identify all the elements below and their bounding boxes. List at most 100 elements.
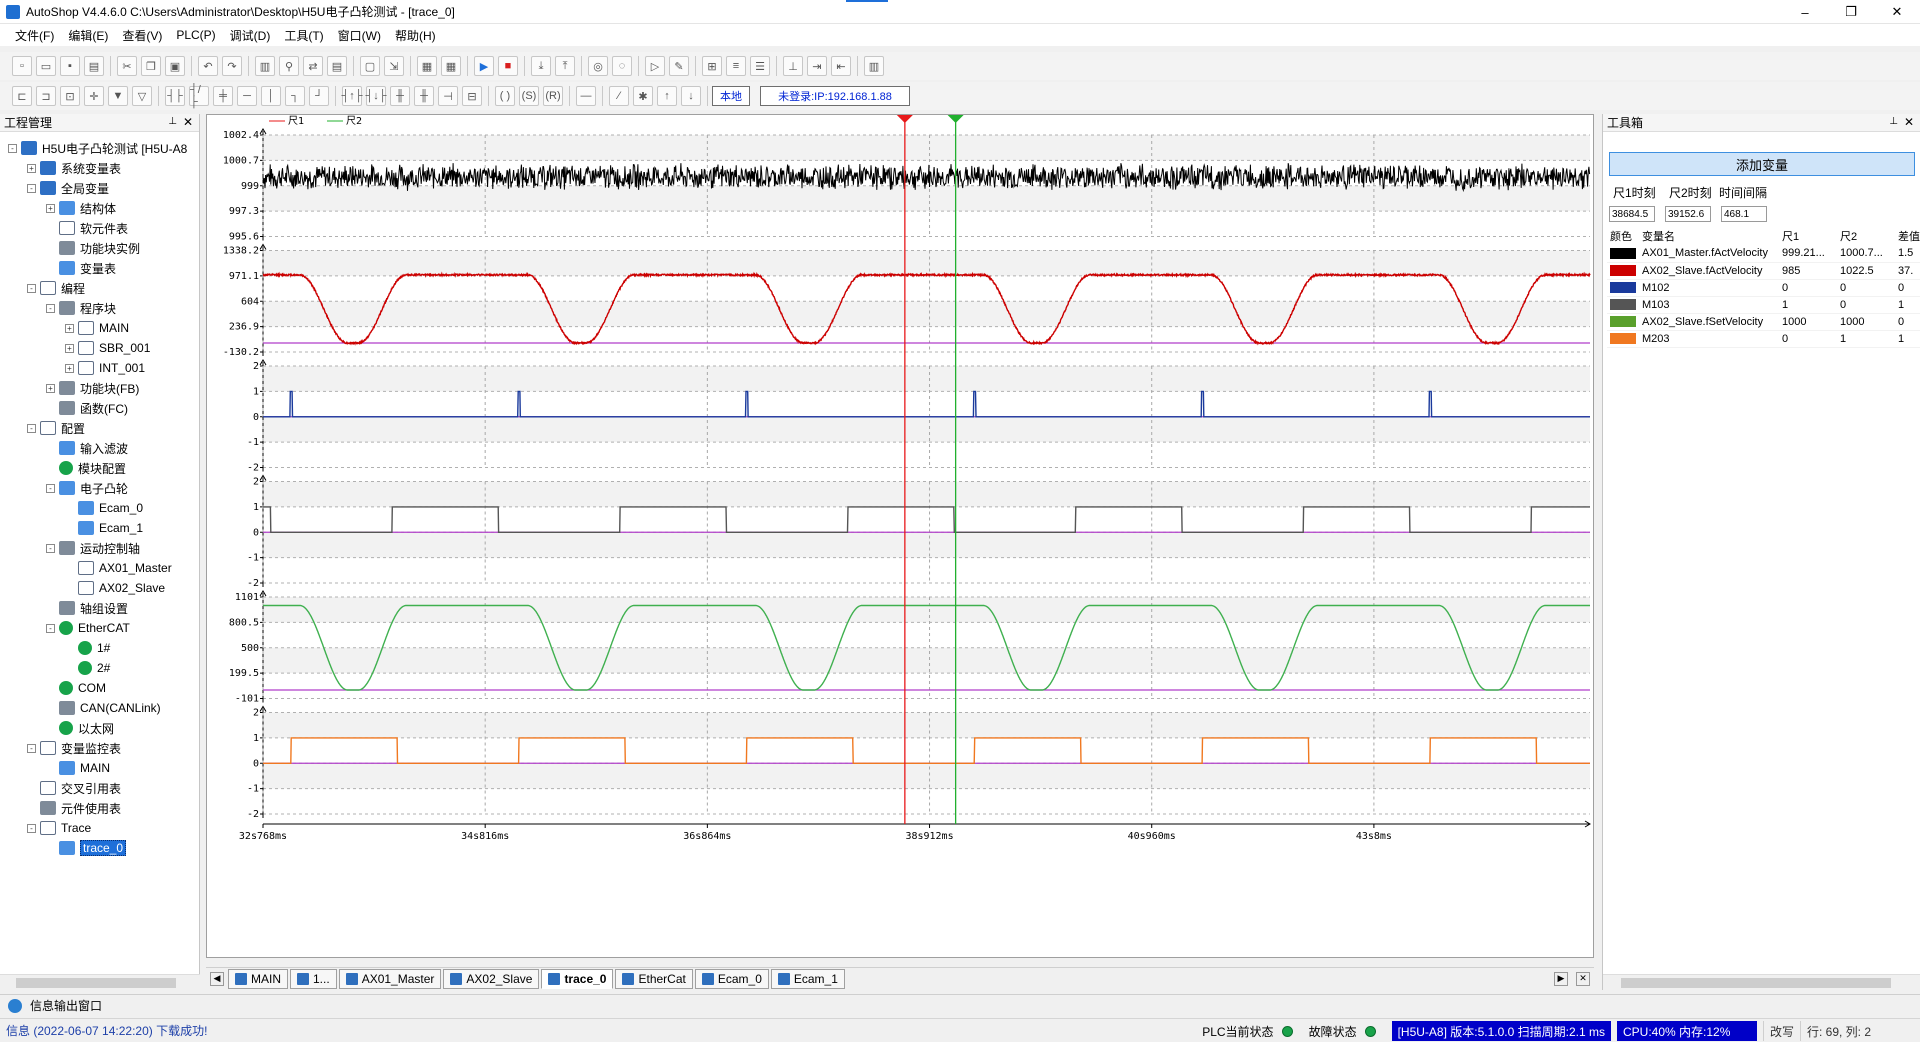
close-button[interactable]: ✕ (1874, 0, 1920, 24)
download-icon[interactable]: ⤓ (531, 56, 551, 76)
delete-icon[interactable]: ▥ (255, 56, 275, 76)
collapse-icon[interactable]: - (27, 183, 36, 193)
collapse-icon[interactable]: - (46, 483, 55, 493)
variable-row[interactable]: AX02_Slave.fActVelocity 985 1022.5 37. (1607, 262, 1920, 280)
tree-item[interactable]: + INT_001 (0, 358, 199, 378)
debug-icon[interactable]: ▷ (645, 56, 665, 76)
tree-item[interactable]: - H5U电子凸轮测试 [H5U-A8 (0, 138, 199, 158)
monitor-stop-icon[interactable]: ◌ (612, 56, 632, 76)
menu-edit[interactable]: 编辑(E) (61, 27, 115, 44)
expand-icon[interactable]: + (65, 363, 74, 373)
open-folder-icon[interactable]: ▭ (36, 56, 56, 76)
slash-icon[interactable]: ⁄ (609, 86, 629, 106)
upload-icon[interactable]: ⤒ (555, 56, 575, 76)
vertical-line-icon[interactable]: │ (261, 86, 281, 106)
maximize-button[interactable]: ❐ (1828, 0, 1874, 24)
stop-icon[interactable]: ■ (498, 56, 518, 76)
login-status-label[interactable]: 未登录:IP:192.168.1.88 (760, 86, 910, 106)
redo-icon[interactable]: ↷ (222, 56, 242, 76)
expand-icon[interactable]: + (65, 343, 74, 353)
expand-icon[interactable]: + (65, 323, 74, 333)
contact-box-icon[interactable]: ⊟ (462, 86, 482, 106)
variable-row[interactable]: M203 0 1 1 (1607, 330, 1920, 348)
contact-falling-icon[interactable]: ┤↓├ (365, 86, 387, 106)
col-color[interactable]: 颜色 (1607, 227, 1639, 245)
down-arrow-icon[interactable]: ▼ (108, 86, 128, 106)
tab-scroll-left-icon[interactable]: ◀ (210, 971, 224, 986)
tree-item[interactable]: 模块配置 (0, 458, 199, 478)
collapse-icon[interactable]: - (46, 303, 55, 313)
col-diff[interactable]: 差值 (1895, 227, 1920, 245)
ladder-icon[interactable]: ⊏ (12, 86, 32, 106)
tree-item[interactable]: 轴组设置 (0, 598, 199, 618)
collapse-icon[interactable]: - (46, 543, 55, 553)
tree-item[interactable]: - 运动控制轴 (0, 538, 199, 558)
logout-icon[interactable]: ⇤ (831, 56, 851, 76)
sfc-icon[interactable]: ⊐ (36, 86, 56, 106)
tree-item[interactable]: COM (0, 678, 199, 698)
contact-inv-icon[interactable]: ⊣ (438, 86, 458, 106)
color-swatch[interactable] (1610, 265, 1636, 277)
menu-debug[interactable]: 调试(D) (223, 27, 278, 44)
col-varname[interactable]: 变量名 (1639, 227, 1779, 245)
collapse-icon[interactable]: - (27, 743, 36, 753)
menu-file[interactable]: 文件(F) (8, 27, 61, 44)
menu-view[interactable]: 查看(V) (115, 27, 169, 44)
color-swatch[interactable] (1610, 282, 1636, 294)
tree-item[interactable]: AX02_Slave (0, 578, 199, 598)
minimize-button[interactable]: – (1782, 0, 1828, 24)
tree-item[interactable]: - 电子凸轮 (0, 478, 199, 498)
menu-plc[interactable]: PLC(P) (169, 28, 222, 42)
print-preview-icon[interactable]: ▤ (327, 56, 347, 76)
paste-icon[interactable]: ▣ (165, 56, 185, 76)
menu-tools[interactable]: 工具(T) (277, 27, 330, 44)
contact-pos-icon[interactable]: ╫ (390, 86, 410, 106)
contact-neg-icon[interactable]: ╫ (414, 86, 434, 106)
rule1-time-field[interactable]: 38684.5 (1609, 206, 1655, 222)
tab-ethercat[interactable]: EtherCat (615, 968, 693, 989)
tree-item[interactable]: 2# (0, 658, 199, 678)
horizontal-line-icon[interactable]: ─ (237, 86, 257, 106)
corner-line-icon[interactable]: ┐ (285, 86, 305, 106)
compile-icon[interactable]: ▦ (417, 56, 437, 76)
cut-icon[interactable]: ✂ (117, 56, 137, 76)
tree-item[interactable]: + SBR_001 (0, 338, 199, 358)
network-icon[interactable]: ⊥ (783, 56, 803, 76)
contact-rising-icon[interactable]: ┤↑├ (341, 86, 363, 106)
save-icon[interactable]: ▪ (60, 56, 80, 76)
cross-icon[interactable]: ✛ (84, 86, 104, 106)
list-icon[interactable]: ☰ (750, 56, 770, 76)
input-down-icon[interactable]: ▽ (132, 86, 152, 106)
star-icon[interactable]: ✱ (633, 86, 653, 106)
expand-icon[interactable]: + (27, 163, 36, 173)
tree-item[interactable]: + 结构体 (0, 198, 199, 218)
contact-parallel-icon[interactable]: ╪ (213, 86, 233, 106)
col-rule2[interactable]: 尺2 (1837, 227, 1895, 245)
tree-item[interactable]: 以太网 (0, 718, 199, 738)
variable-row[interactable]: M102 0 0 0 (1607, 279, 1920, 297)
tab-close-icon[interactable]: ✕ (1576, 971, 1590, 986)
tab-trace-0[interactable]: trace_0 (541, 968, 614, 989)
variable-row[interactable]: AX02_Slave.fSetVelocity 1000 1000 0 (1607, 313, 1920, 331)
expand-icon[interactable]: + (46, 203, 55, 213)
color-swatch[interactable] (1610, 316, 1636, 328)
monitor-icon[interactable]: ◎ (588, 56, 608, 76)
rule2-time-field[interactable]: 39152.6 (1665, 206, 1711, 222)
new-file-icon[interactable]: ▫ (12, 56, 32, 76)
info-output-window-label[interactable]: 信息输出窗口 (30, 997, 102, 1014)
undo-icon[interactable]: ↶ (198, 56, 218, 76)
tab-ax01-master[interactable]: AX01_Master (338, 968, 442, 989)
search-icon[interactable]: ⚲ (279, 56, 299, 76)
edit-icon[interactable]: ✎ (669, 56, 689, 76)
trace-chart[interactable]: 尺1 尺2 1002.4 1000.7 999 997.3 995.6 1338.2 971.1… (207, 115, 1593, 957)
tab-ax02-slave[interactable]: AX02_Slave (443, 968, 540, 989)
tree-item[interactable]: - 全局变量 (0, 178, 199, 198)
tree-item[interactable]: trace_0 (0, 838, 199, 858)
color-swatch[interactable] (1610, 247, 1636, 259)
panel-icon[interactable]: ▥ (864, 56, 884, 76)
tree-item[interactable]: - 变量监控表 (0, 738, 199, 758)
tree-item[interactable]: + MAIN (0, 318, 199, 338)
compare-icon[interactable]: ⊞ (702, 56, 722, 76)
tree-item[interactable]: 交叉引用表 (0, 778, 199, 798)
tree-item[interactable]: 软元件表 (0, 218, 199, 238)
